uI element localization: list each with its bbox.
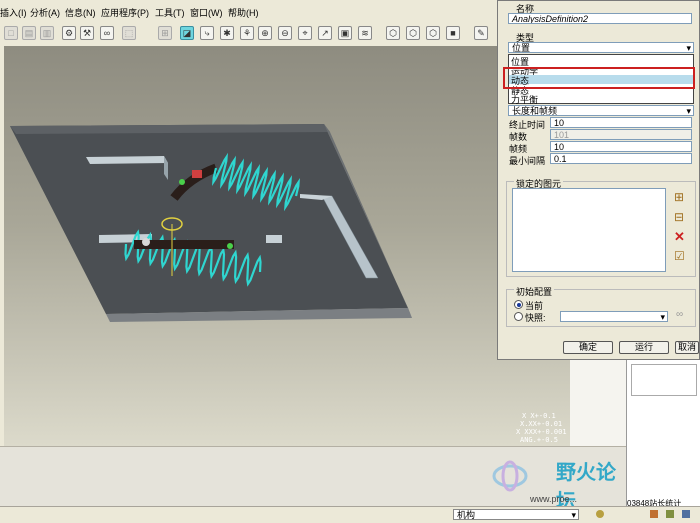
type-select-value: 位置: [512, 43, 531, 53]
layers-icon[interactable]: ▣: [338, 26, 352, 40]
frame-rate-field[interactable]: 10: [550, 141, 692, 152]
open-icon[interactable]: ▤: [22, 26, 36, 40]
snapshot-label: 快照:: [525, 313, 546, 323]
menu-window[interactable]: 窗口(W): [190, 6, 223, 19]
snapshot-radio[interactable]: [514, 312, 523, 321]
cancel-button[interactable]: 取消: [675, 341, 699, 354]
watermark-url: www.proe...: [530, 494, 578, 504]
status-icon: [596, 510, 604, 518]
analysis-definition-dialog: 名称 AnalysisDefinition2 类型 位置 ▾ 位置 运动学 动态…: [497, 0, 700, 360]
hidden-icon[interactable]: ⬡: [406, 26, 420, 40]
zoom-out-icon[interactable]: ⊖: [278, 26, 292, 40]
preferences-select[interactable]: 长度和帧频 ▾: [508, 105, 694, 116]
save-icon[interactable]: ▥: [40, 26, 54, 40]
preferences-value: 长度和帧频: [512, 106, 558, 116]
damper-icon[interactable]: ⚒: [80, 26, 94, 40]
ok-button[interactable]: 确定: [563, 341, 613, 354]
menu-applications[interactable]: 应用程序(P): [101, 6, 149, 19]
panel-box: [631, 364, 697, 396]
glasses-icon[interactable]: ∞: [676, 309, 683, 320]
mode-select[interactable]: 机构 ▾: [453, 509, 579, 520]
edit-icon[interactable]: ✎: [474, 26, 488, 40]
coord-line-1: X X+-0.1: [522, 412, 556, 420]
analysis-icon[interactable]: ⚘: [240, 26, 254, 40]
stack-icon[interactable]: ≋: [358, 26, 372, 40]
mode-select-value: 机构: [457, 510, 476, 520]
forum-watermark: 野火论坛 www.proe...: [490, 452, 626, 513]
status-icon: [682, 510, 690, 518]
menu-info[interactable]: 信息(N): [65, 6, 96, 19]
chevron-down-icon: ▾: [660, 312, 665, 322]
right-panel: 03848站长统计: [626, 360, 700, 508]
status-icon: [650, 510, 658, 518]
toolbar: □ ▤ ▥ ⚙ ⚒ ∞ ⬚ ⊞ ◪ ⤷ ✱ ⚘ ⊕ ⊖ ⌖ ↗ ▣ ≋ ⬡ ⬡ …: [0, 22, 500, 47]
menu-tools[interactable]: 工具(T): [155, 6, 185, 19]
gear-icon[interactable]: ✱: [220, 26, 234, 40]
coord-line-2: X.XX+-0.01: [520, 420, 563, 428]
select-body-icon[interactable]: ⊟: [674, 210, 684, 224]
view-icon[interactable]: ↗: [318, 26, 332, 40]
type-select[interactable]: 位置 ▾: [508, 42, 694, 53]
shaded-box-icon[interactable]: ■: [446, 26, 460, 40]
highlight-box: [503, 67, 695, 89]
min-interval-label: 最小间隔: [509, 156, 546, 166]
status-icon: [666, 510, 674, 518]
base-plate: [10, 124, 408, 314]
chevron-down-icon: ▾: [571, 510, 576, 520]
current-radio[interactable]: [514, 300, 523, 309]
spring-icon[interactable]: ⚙: [62, 26, 76, 40]
check-entity-icon[interactable]: ☑: [674, 249, 685, 263]
run-button[interactable]: 运行: [619, 341, 669, 354]
menu-bar: 插入(I) 分析(A) 信息(N) 应用程序(P) 工具(T) 窗口(W) 帮助…: [0, 0, 500, 23]
name-field[interactable]: AnalysisDefinition2: [508, 13, 692, 24]
shade-icon[interactable]: ⬡: [386, 26, 400, 40]
forum-logo-icon: [492, 460, 528, 492]
sketch-icon[interactable]: ◪: [180, 26, 194, 40]
binoculars-icon[interactable]: ∞: [100, 26, 114, 40]
coord-line-3: X XXX+-0.001: [516, 428, 567, 436]
graphics-viewport[interactable]: X X+-0.1 X.XX+-0.01 X XXX+-0.001 ANG.+-0…: [4, 46, 570, 446]
locked-entities-list[interactable]: [512, 188, 666, 272]
chevron-down-icon: ▾: [686, 43, 691, 53]
model-view: [10, 124, 412, 322]
wireframe-icon[interactable]: ⬡: [426, 26, 440, 40]
snapshot-select[interactable]: ▾: [560, 311, 668, 322]
box-select-icon[interactable]: ⬚: [122, 26, 136, 40]
delete-icon[interactable]: ✕: [674, 229, 685, 245]
add-entity-icon[interactable]: ⊞: [674, 190, 684, 204]
coord-line-4: ANG.+-0.5: [520, 436, 558, 444]
chevron-down-icon: ▾: [686, 106, 691, 116]
initial-config-label: 初始配置: [514, 285, 555, 298]
refit-icon[interactable]: ⊞: [158, 26, 172, 40]
menu-help[interactable]: 帮助(H): [228, 6, 259, 19]
end-time-field[interactable]: 10: [550, 117, 692, 128]
joint-dot: [227, 243, 233, 249]
status-bar: 机构 ▾: [0, 506, 700, 523]
min-interval-field[interactable]: 0.1: [550, 153, 692, 164]
menu-insert[interactable]: 插入(I): [0, 6, 27, 19]
zoom-in-icon[interactable]: ⊕: [258, 26, 272, 40]
radio-dot: [516, 302, 521, 307]
frame-count-field: 101: [550, 129, 692, 140]
measure-icon[interactable]: ⌖: [298, 26, 312, 40]
new-icon[interactable]: □: [4, 26, 18, 40]
menu-analysis[interactable]: 分析(A): [30, 6, 60, 19]
motor-icon[interactable]: ⤷: [200, 26, 214, 40]
